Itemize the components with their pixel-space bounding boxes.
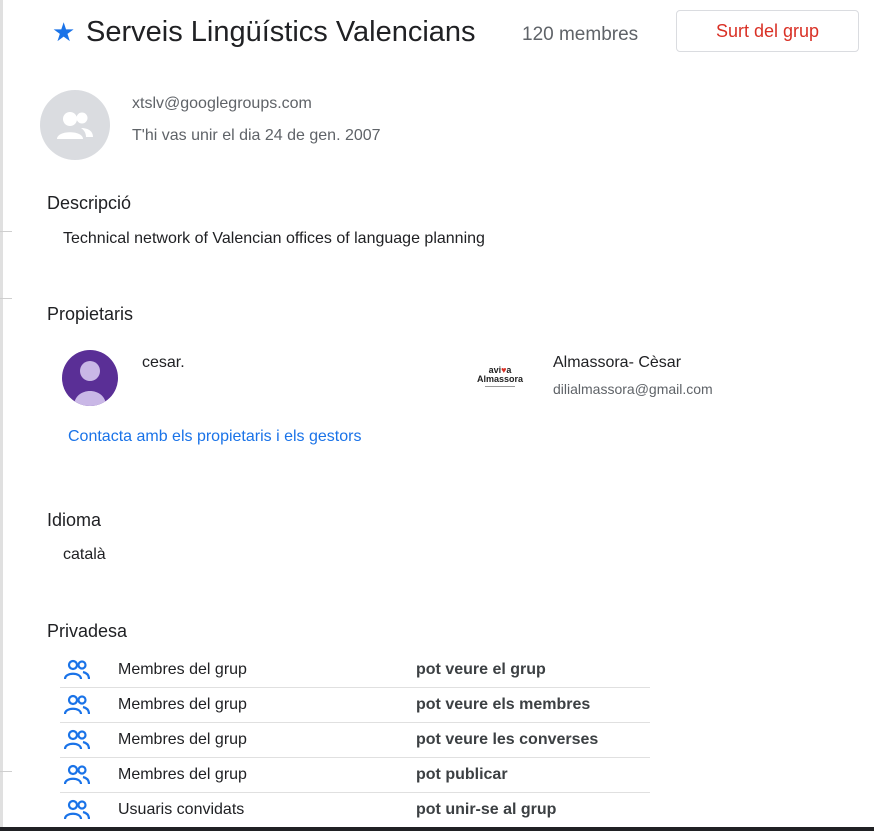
privacy-permission: pot veure els membres xyxy=(416,696,591,713)
owner-avatar xyxy=(62,350,118,406)
privacy-row: Membres del grup pot publicar xyxy=(60,758,650,793)
star-icon[interactable]: ★ xyxy=(52,17,75,47)
person-icon xyxy=(74,361,106,406)
description-text: Technical network of Valencian offices o… xyxy=(63,230,485,247)
group-title: Serveis Lingüístics Valencians xyxy=(86,16,476,48)
owner-name: Almassora- Cèsar xyxy=(553,354,682,371)
joined-date: T'hi vas unir el dia 24 de gen. 2007 xyxy=(132,127,381,144)
privacy-row: Membres del grup pot veure el grup xyxy=(60,653,650,688)
owner-logo: avi♥a Almassora xyxy=(470,360,530,392)
privacy-who: Membres del grup xyxy=(118,696,247,713)
language-value: català xyxy=(63,546,106,563)
contact-owners-link[interactable]: Contacta amb els propietaris i els gesto… xyxy=(68,428,361,446)
privacy-row: Usuaris convidats pot unir-se al grup xyxy=(60,793,650,827)
people-icon xyxy=(64,694,90,715)
edge-tick xyxy=(0,298,12,299)
privacy-permission: pot veure les converses xyxy=(416,731,599,748)
privacy-permission: pot veure el grup xyxy=(416,661,546,678)
owner-email: dilialmassora@gmail.com xyxy=(553,381,713,397)
language-heading: Idioma xyxy=(47,510,102,530)
owner-name: cesar. xyxy=(142,354,185,371)
privacy-who: Membres del grup xyxy=(118,766,247,783)
window-left-edge xyxy=(0,0,3,831)
edge-tick xyxy=(0,231,12,232)
owners-heading: Propietaris xyxy=(47,304,134,324)
group-avatar xyxy=(40,90,110,160)
people-icon xyxy=(64,764,90,785)
people-icon xyxy=(64,729,90,750)
privacy-row: Membres del grup pot veure els membres xyxy=(60,688,650,723)
description-heading: Descripció xyxy=(47,193,132,213)
privacy-who: Usuaris convidats xyxy=(118,801,245,818)
privacy-permission: pot unir-se al grup xyxy=(416,801,557,818)
window-bottom-edge xyxy=(0,827,874,831)
leave-group-button[interactable]: Surt del grup xyxy=(676,10,859,52)
edge-tick xyxy=(0,771,12,772)
privacy-who: Membres del grup xyxy=(118,731,247,748)
people-icon xyxy=(64,659,90,680)
group-email: xtslv@googlegroups.com xyxy=(132,95,312,112)
privacy-heading: Privadesa xyxy=(47,621,128,641)
privacy-who: Membres del grup xyxy=(118,661,247,678)
privacy-row: Membres del grup pot veure les converses xyxy=(60,723,650,758)
group-icon xyxy=(57,112,93,139)
privacy-permission: pot publicar xyxy=(416,766,508,783)
member-count[interactable]: 120 membres xyxy=(522,22,638,48)
people-icon xyxy=(64,799,90,820)
